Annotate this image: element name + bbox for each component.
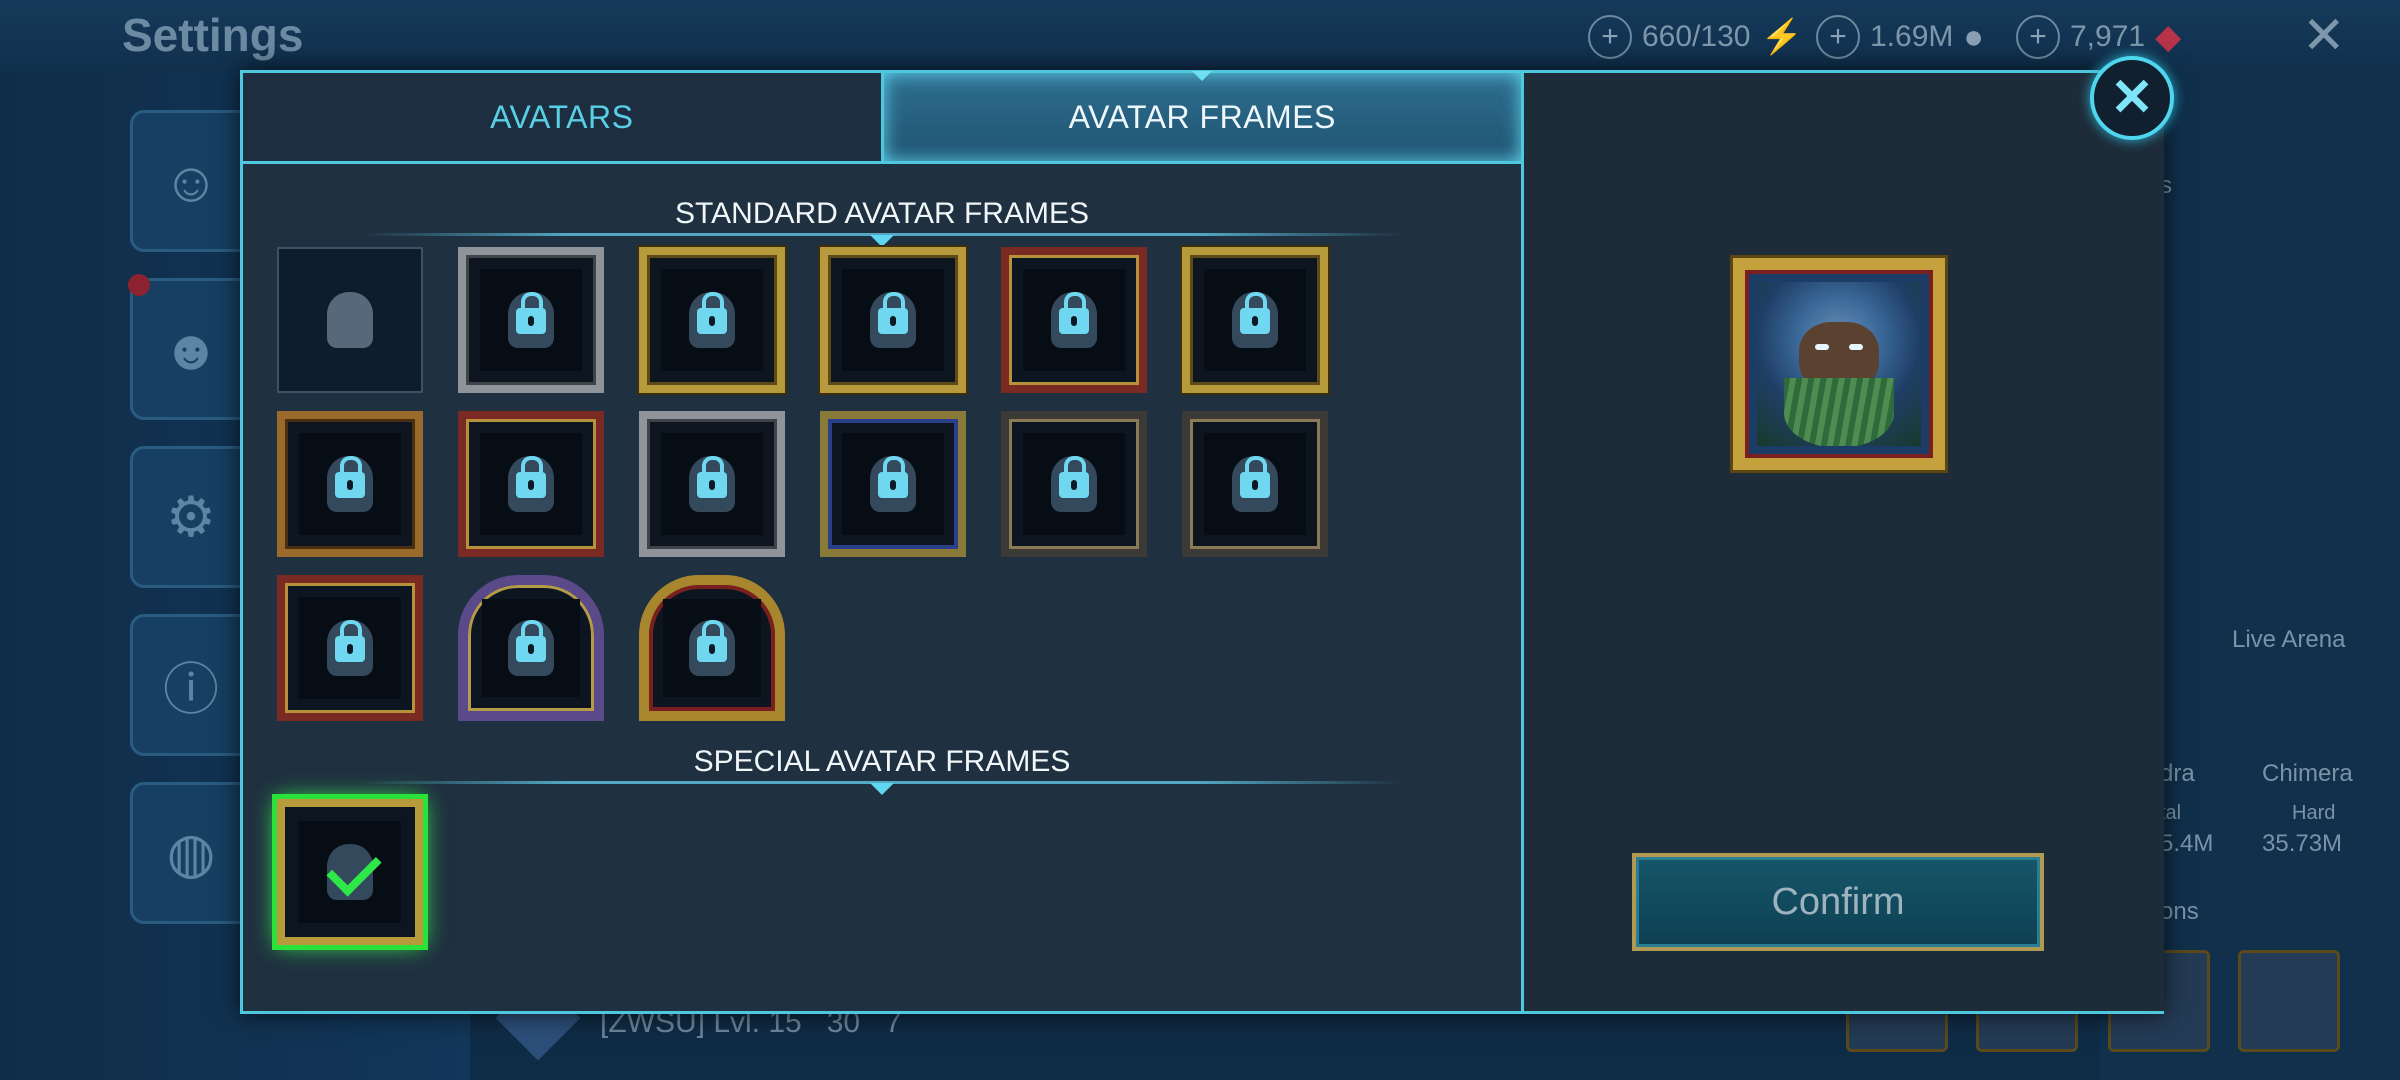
portrait-eye: [1849, 344, 1863, 350]
locked-frame-tile[interactable]: [639, 247, 785, 393]
lock-icon: [516, 292, 546, 334]
frame-inner: [293, 263, 407, 377]
frame-inner: [1204, 269, 1306, 371]
frames-list-pane: AVATARS AVATAR FRAMES STANDARD AVATAR FR…: [243, 71, 1521, 1011]
frame-inner: [661, 269, 763, 371]
chimera-value: 35.73M: [2262, 830, 2343, 857]
lock-icon: [1059, 456, 1089, 498]
frame-inner: [299, 821, 401, 923]
account-tab-icon: ☻: [130, 278, 252, 420]
frame-inner: [842, 269, 944, 371]
special-frame-tile-selected[interactable]: [277, 799, 423, 945]
tab-avatar-frames[interactable]: AVATAR FRAMES: [883, 71, 1521, 161]
lock-icon: [1240, 292, 1270, 334]
frame-inner: [1023, 433, 1125, 535]
add-silver-icon: +: [1816, 15, 1860, 59]
lock-icon: [697, 620, 727, 662]
energy-icon: ⚡: [1760, 18, 1803, 56]
lock-icon: [878, 292, 908, 334]
tab-avatar-frames-label: AVATAR FRAMES: [1068, 98, 1336, 135]
silver-resource: + 1.69M ●: [1816, 14, 1984, 60]
live-arena-label: Live Arena: [2232, 626, 2346, 653]
section-notch: [870, 235, 894, 247]
gem-value: 7,971: [2070, 20, 2146, 53]
dialog-tabs: AVATARS AVATAR FRAMES: [243, 71, 1521, 164]
globe-icon: ◍: [130, 782, 252, 924]
frame-inner: [663, 599, 761, 697]
close-icon: ✕: [2110, 69, 2154, 127]
info-icon: ⓘ: [130, 614, 252, 756]
champion-thumb: [2238, 950, 2340, 1052]
silver-value: 1.69M: [1870, 20, 1954, 53]
locked-frame-tile[interactable]: [639, 575, 785, 721]
frame-inner: [480, 433, 582, 535]
add-energy-icon: +: [1588, 15, 1632, 59]
portrait-beard: [1784, 378, 1894, 446]
gem-resource: + 7,971 ◆: [2016, 14, 2181, 60]
lock-icon: [878, 456, 908, 498]
background-close-icon: ✕: [2302, 7, 2346, 65]
silver-icon: ●: [1963, 17, 1984, 56]
lock-icon: [697, 456, 727, 498]
locked-frame-tile[interactable]: [1182, 411, 1328, 557]
notification-dot: [128, 274, 150, 296]
tab-avatars[interactable]: AVATARS: [243, 73, 884, 161]
gear-icon: ⚙: [130, 446, 252, 588]
locked-frame-tile[interactable]: [458, 575, 604, 721]
locked-frame-tile[interactable]: [458, 411, 604, 557]
add-gem-icon: +: [2016, 15, 2060, 59]
frame-inner: [1204, 433, 1306, 535]
profile-tab-icon: ☺: [130, 110, 252, 252]
hydra-label: dra: [2160, 760, 2195, 787]
standard-frames-title: STANDARD AVATAR FRAMES: [675, 197, 1089, 230]
lock-icon: [516, 620, 546, 662]
lock-icon: [1059, 292, 1089, 334]
background-page-title: Settings: [122, 9, 304, 61]
locked-frame-tile[interactable]: [1001, 411, 1147, 557]
frame-inner: [842, 433, 944, 535]
locked-frame-tile[interactable]: [277, 411, 423, 557]
locked-frame-tile[interactable]: [277, 575, 423, 721]
frame-preview: [1733, 258, 1945, 470]
confirm-button[interactable]: Confirm: [1632, 853, 2044, 951]
frame-inner: [480, 269, 582, 371]
frame-inner: [299, 597, 401, 699]
locked-frame-tile[interactable]: [820, 247, 966, 393]
locked-frame-tile[interactable]: [820, 411, 966, 557]
frame-inner: [1023, 269, 1125, 371]
frame-inner: [482, 599, 580, 697]
frame-inner: [661, 433, 763, 535]
section-notch: [870, 783, 894, 795]
hydra-value: 5.4M: [2160, 830, 2214, 857]
helmet-icon: [327, 292, 373, 348]
default-frame-tile[interactable]: [277, 247, 423, 393]
frame-inner: [299, 433, 401, 535]
special-frames-title: SPECIAL AVATAR FRAMES: [693, 745, 1071, 778]
active-tab-notch: [1192, 71, 1213, 81]
lock-icon: [335, 456, 365, 498]
lock-icon: [697, 292, 727, 334]
champion-portrait: [1757, 282, 1921, 446]
chimera-sub: Hard: [2292, 802, 2336, 824]
energy-value: 660/130: [1642, 20, 1751, 53]
lock-icon: [1240, 456, 1270, 498]
locked-frame-tile[interactable]: [458, 247, 604, 393]
energy-resource: + 660/130 ⚡: [1588, 14, 1803, 60]
bg-label-ons: ons: [2160, 898, 2199, 925]
locked-frame-tile[interactable]: [1001, 247, 1147, 393]
gem-icon: ◆: [2155, 18, 2182, 56]
locked-frame-tile[interactable]: [639, 411, 785, 557]
lock-icon: [335, 620, 365, 662]
portrait-eye: [1815, 344, 1829, 350]
lock-icon: [516, 456, 546, 498]
locked-frame-tile[interactable]: [1182, 247, 1328, 393]
close-button[interactable]: ✕: [2090, 56, 2174, 140]
chimera-label: Chimera: [2262, 760, 2353, 787]
